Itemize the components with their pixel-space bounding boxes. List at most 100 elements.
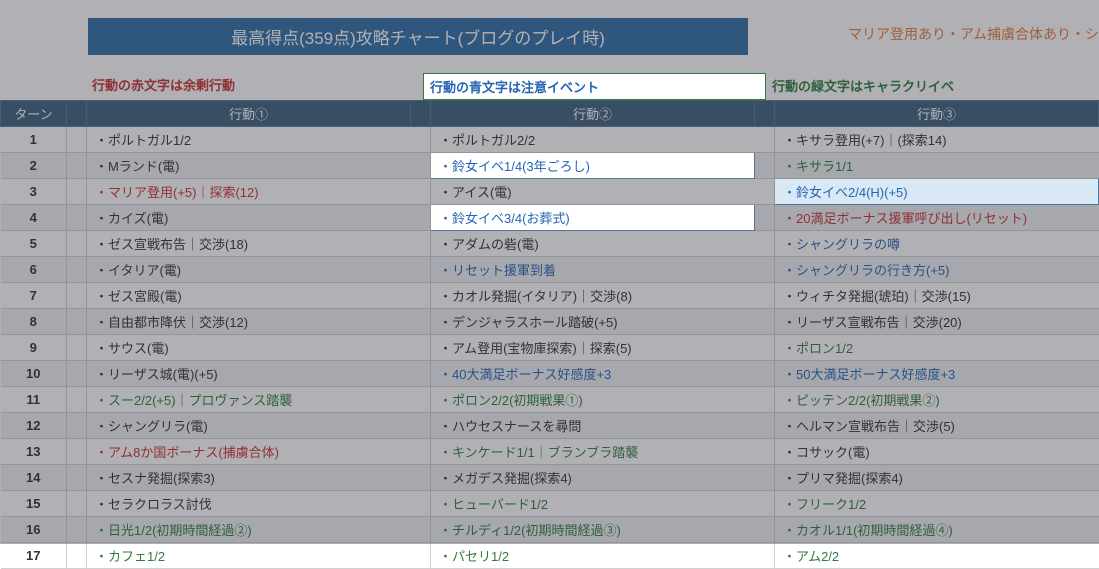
action-cell: ・デンジャラスホール踏破(+5) [431,309,755,335]
turn-cell: 15 [1,491,67,517]
action-cell [67,257,87,283]
table-row: 15 ・セラクロラス討伐・ヒューバード1/2 ・フリーク1/2 [1,491,1099,517]
action-cell: ・ヘルマン宣戦布告｜交渉(5) [775,413,1099,439]
action-cell: ・メガデス発掘(探索4) [431,465,755,491]
action-cell [67,387,87,413]
action-cell: ・ポルトガル1/2 [87,127,411,153]
action-cell: ・アム8か国ボーナス(捕虜合体) [87,439,411,465]
turn-cell: 7 [1,283,67,309]
action-cell [67,439,87,465]
action-cell: ・キサラ登用(+7)｜(探索14) [775,127,1099,153]
action-cell: ・ハウセスナースを尋問 [431,413,755,439]
action-cell [411,439,431,465]
action-cell [411,257,431,283]
action-cell: ・セラクロラス討伐 [87,491,411,517]
action-cell [411,231,431,257]
turn-cell: 11 [1,387,67,413]
action-cell [755,465,775,491]
action-cell: ・アイス(電) [431,179,755,205]
col-sep3 [755,101,775,127]
col-sep1 [67,101,87,127]
action-cell: ・50大満足ボーナス好感度+3 [775,361,1099,387]
table-row: 1・ポルトガル1/2・ポルトガル2/2・キサラ登用(+7)｜(探索14) [1,127,1099,153]
turn-cell: 3 [1,179,67,205]
col-turn: ターン [1,101,67,127]
action-cell: ・セスナ発掘(探索3) [87,465,411,491]
action-cell: ・自由都市降伏｜交渉(12) [87,309,411,335]
action-cell [67,465,87,491]
action-cell [411,465,431,491]
action-cell [411,491,431,517]
action-cell: ・カイズ(電) [87,205,411,231]
action-cell: ・シャングリラの行き方(+5) [775,257,1099,283]
action-cell [755,153,775,179]
action-cell: ・アム2/2 [775,543,1099,569]
action-cell: ・シャングリラ(電) [87,413,411,439]
action-cell [67,205,87,231]
action-cell [755,283,775,309]
action-cell: ・パセリ1/2 [431,543,755,569]
action-cell [755,335,775,361]
action-cell: ・ヒューバード1/2 [431,491,755,517]
action-cell [755,543,775,569]
action-cell [67,283,87,309]
action-cell: ・リーザス城(電)(+5) [87,361,411,387]
turn-cell: 16 [1,517,67,543]
action-cell [67,543,87,569]
action-cell [755,491,775,517]
turn-cell: 14 [1,465,67,491]
action-cell [411,205,431,231]
col-act3: 行動③ [775,101,1099,127]
page-title: 最高得点(359点)攻略チャート(ブログのプレイ時) [88,18,748,55]
table-row: 7・ゼス宮殿(電)・カオル発掘(イタリア)｜交渉(8)・ウィチタ発掘(琥珀)｜交… [1,283,1099,309]
action-cell: ・カオル発掘(イタリア)｜交渉(8) [431,283,755,309]
table-row: 16・日光1/2(初期時間経過②)・チルディ1/2(初期時間経過③)・カオル1/… [1,517,1099,543]
action-cell: ・リーザス宣戦布告｜交渉(20) [775,309,1099,335]
turn-cell: 4 [1,205,67,231]
action-cell: ・ピッテン2/2(初期戦果②) [775,387,1099,413]
action-cell [755,309,775,335]
turn-cell: 1 [1,127,67,153]
turn-cell: 6 [1,257,67,283]
table-row: 13・アム8か国ボーナス(捕虜合体)・キンケード1/1｜ブランブラ踏襲・コサック… [1,439,1099,465]
action-cell [411,283,431,309]
action-cell [411,543,431,569]
action-cell: ・イタリア(電) [87,257,411,283]
table-row: 9・サウス(電)・アム登用(宝物庫探索)｜探索(5)・ポロン1/2 [1,335,1099,361]
table-row: 3・マリア登用(+5)｜探索(12)・アイス(電)・鈴女イベ2/4(H)(+5) [1,179,1099,205]
action-cell [67,179,87,205]
action-cell: ・コサック(電) [775,439,1099,465]
action-cell: ・20満足ボーナス援軍呼び出し(リセット) [775,205,1099,231]
table-row: 10・リーザス城(電)(+5)・40大満足ボーナス好感度+3・50大満足ボーナス… [1,361,1099,387]
action-cell [411,517,431,543]
turn-cell: 17 [1,543,67,569]
action-cell: ・鈴女イベ3/4(お葬式) [431,205,755,231]
action-cell [411,413,431,439]
action-cell [755,231,775,257]
turn-cell: 5 [1,231,67,257]
legend-red: 行動の赤文字は余剰行動 [88,73,423,100]
right-note: マリア登用あり・アム捕虜合体あり・シ [848,24,1099,44]
action-cell: ・スー2/2(+5)｜プロヴァンス踏襲 [87,387,411,413]
action-cell: ・カオル1/1(初期時間経過④) [775,517,1099,543]
action-cell: ・アム登用(宝物庫探索)｜探索(5) [431,335,755,361]
action-cell [755,413,775,439]
action-cell [67,517,87,543]
action-cell [67,413,87,439]
turn-cell: 9 [1,335,67,361]
table-row: 14・セスナ発掘(探索3)・メガデス発掘(探索4)・プリマ発掘(探索4) [1,465,1099,491]
turn-cell: 10 [1,361,67,387]
turn-cell: 2 [1,153,67,179]
action-cell: ・ゼス宮殿(電) [87,283,411,309]
action-cell: ・フリーク1/2 [775,491,1099,517]
turn-cell: 8 [1,309,67,335]
strategy-table: ターン 行動① 行動② 行動③ 1・ポルトガル1/2・ポルトガル2/2・キサラ登… [0,100,1099,569]
table-row: 2・Mランド(電)・鈴女イベ1/4(3年ごろし)・キサラ1/1 [1,153,1099,179]
action-cell [411,387,431,413]
action-cell: ・キンケード1/1｜ブランブラ踏襲 [431,439,755,465]
action-cell [411,153,431,179]
action-cell [411,127,431,153]
action-cell: ・Mランド(電) [87,153,411,179]
action-cell: ・ゼス宣戦布告｜交渉(18) [87,231,411,257]
legend-green: 行動の緑文字はキャラクリイベ [766,73,960,100]
